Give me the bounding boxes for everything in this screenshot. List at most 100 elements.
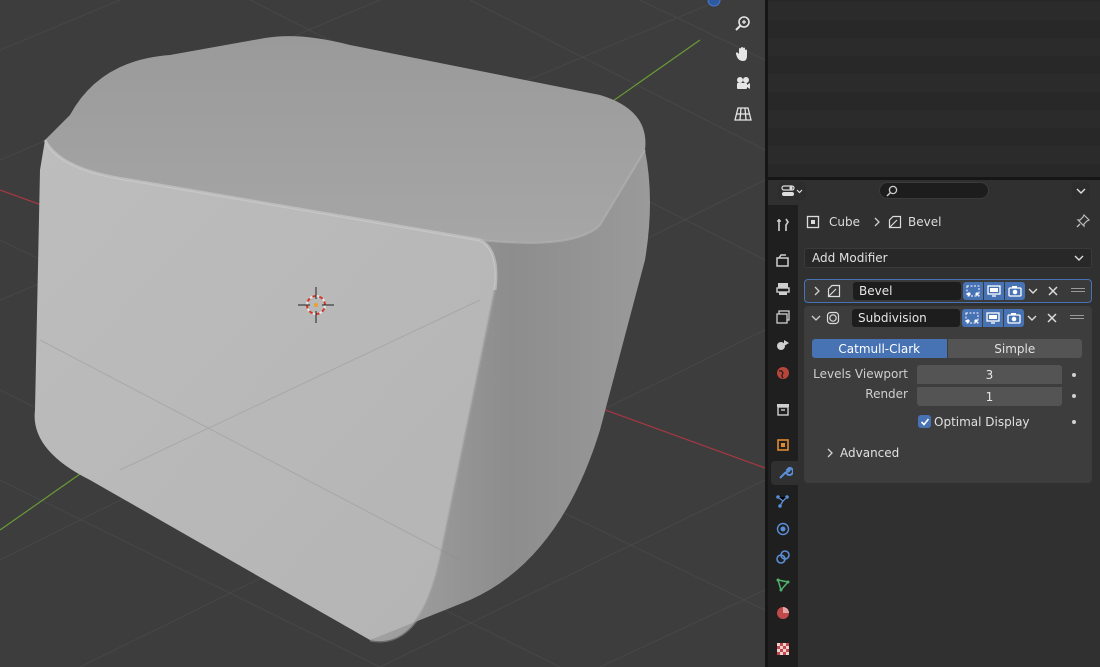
object-icon	[806, 215, 820, 229]
render-levels-field[interactable]: 1	[917, 386, 1062, 406]
tab-particles[interactable]	[771, 489, 795, 513]
modifier-panel-bevel[interactable]: Bevel	[804, 279, 1092, 303]
viewport-toggle[interactable]	[984, 282, 1004, 300]
tab-modifier[interactable]	[771, 461, 798, 485]
modifier-name: Bevel	[859, 284, 893, 298]
tab-data[interactable]	[771, 573, 795, 597]
modifier-name-field[interactable]: Bevel	[853, 282, 961, 300]
object-icon	[777, 439, 789, 451]
bevel-modifier-icon	[827, 284, 841, 298]
tab-material[interactable]	[771, 601, 795, 625]
3d-viewport[interactable]	[0, 0, 765, 667]
camera-render-icon	[1007, 313, 1021, 324]
tab-world[interactable]	[771, 361, 795, 385]
keyframe-dot-icon[interactable]	[1072, 373, 1076, 377]
data-icon	[776, 578, 790, 592]
render-levels-value: 1	[985, 389, 994, 404]
collection-icon	[777, 404, 789, 416]
modifier-name: Subdivision	[858, 311, 927, 325]
keyframe-dot-icon[interactable]	[1072, 420, 1076, 424]
edit-mode-toggle[interactable]	[962, 309, 982, 327]
outliner-area[interactable]	[768, 0, 1100, 177]
chevron-down-icon[interactable]	[1027, 285, 1039, 297]
advanced-subpanel-header[interactable]: Advanced	[840, 446, 899, 460]
outliner-row	[768, 74, 1100, 92]
tab-output[interactable]	[771, 277, 795, 301]
properties-header	[768, 180, 1100, 202]
add-modifier-label: Add Modifier	[812, 251, 888, 265]
add-modifier-dropdown[interactable]: Add Modifier	[804, 248, 1092, 268]
simple-option[interactable]: Simple	[946, 339, 1082, 358]
tab-object[interactable]	[771, 433, 795, 457]
subdivision-type-selector: Catmull-Clark Simple	[812, 339, 1082, 358]
collapse-chevron-icon[interactable]	[810, 312, 822, 324]
chevron-down-icon	[1074, 255, 1084, 261]
tab-physics[interactable]	[771, 517, 795, 541]
edit-mode-icon	[966, 285, 980, 297]
viewport-scene	[0, 0, 765, 667]
view-layer-icon	[776, 310, 790, 324]
close-icon[interactable]	[1046, 312, 1058, 324]
levels-viewport-label: Levels Viewport	[813, 367, 908, 381]
search-icon	[886, 185, 898, 197]
bevel-modifier-icon	[888, 215, 902, 229]
monitor-icon	[987, 285, 1001, 297]
outliner-row	[768, 92, 1100, 110]
texture-icon	[777, 643, 789, 655]
viewport-toggle[interactable]	[983, 309, 1003, 327]
breadcrumb: Cube Bevel	[806, 213, 941, 231]
output-icon	[776, 283, 790, 295]
keyframe-dot-icon[interactable]	[1072, 394, 1076, 398]
tab-tool[interactable]	[771, 213, 795, 237]
subdivision-modifier-icon	[826, 311, 840, 325]
optimal-display-checkbox[interactable]	[918, 415, 931, 428]
modifier-toggles	[963, 282, 1025, 300]
modifier-name-field[interactable]: Subdivision	[852, 309, 960, 327]
drag-handle-icon[interactable]	[1071, 286, 1085, 296]
edit-mode-toggle[interactable]	[963, 282, 983, 300]
physics-icon	[776, 522, 790, 536]
outliner-row	[768, 110, 1100, 128]
properties-editor: Cube Bevel Add Modifier Bevel Subdivisio…	[768, 180, 1100, 667]
expand-chevron-icon[interactable]	[811, 285, 823, 297]
chevron-down-icon[interactable]	[1026, 312, 1038, 324]
catmull-clark-option[interactable]: Catmull-Clark	[812, 339, 947, 358]
perspective-grid-icon[interactable]	[730, 101, 756, 127]
camera-icon[interactable]	[730, 71, 756, 97]
search-input[interactable]	[879, 182, 989, 199]
header-options-dropdown[interactable]	[1072, 182, 1090, 200]
expand-chevron-icon[interactable]	[824, 447, 836, 459]
tab-texture[interactable]	[771, 637, 795, 661]
drag-handle-icon[interactable]	[1070, 313, 1084, 323]
outliner-row	[768, 2, 1100, 20]
render-toggle[interactable]	[1005, 282, 1025, 300]
chevron-down-icon	[1076, 188, 1086, 194]
breadcrumb-modifier[interactable]: Bevel	[908, 215, 941, 229]
outliner-row	[768, 20, 1100, 38]
pin-icon[interactable]	[1076, 213, 1091, 231]
render-toggle[interactable]	[1004, 309, 1024, 327]
levels-viewport-field[interactable]: 3	[917, 365, 1062, 384]
tab-collection[interactable]	[771, 397, 795, 421]
material-icon	[777, 607, 789, 619]
tab-scene[interactable]	[771, 333, 795, 357]
tab-view-layer[interactable]	[771, 305, 795, 329]
outliner-row	[768, 38, 1100, 56]
zoom-icon[interactable]	[730, 11, 756, 37]
monitor-icon	[986, 312, 1000, 324]
pan-hand-icon[interactable]	[730, 41, 756, 67]
checkmark-icon	[920, 417, 929, 426]
scene-icon	[777, 340, 789, 350]
modifier-properties-content: Cube Bevel Add Modifier Bevel Subdivisio…	[798, 205, 1100, 667]
tab-constraints[interactable]	[771, 545, 795, 569]
optimal-display-label: Optimal Display	[934, 415, 1030, 429]
modifier-icon	[778, 466, 793, 479]
close-icon[interactable]	[1047, 285, 1059, 297]
chevron-right-icon	[874, 217, 880, 227]
render-levels-label: Render	[865, 387, 908, 401]
tab-render[interactable]	[771, 249, 795, 273]
breadcrumb-object[interactable]: Cube	[829, 215, 860, 229]
outliner-row	[768, 146, 1100, 164]
editor-type-button[interactable]	[778, 182, 806, 200]
properties-editor-icon	[781, 185, 803, 196]
